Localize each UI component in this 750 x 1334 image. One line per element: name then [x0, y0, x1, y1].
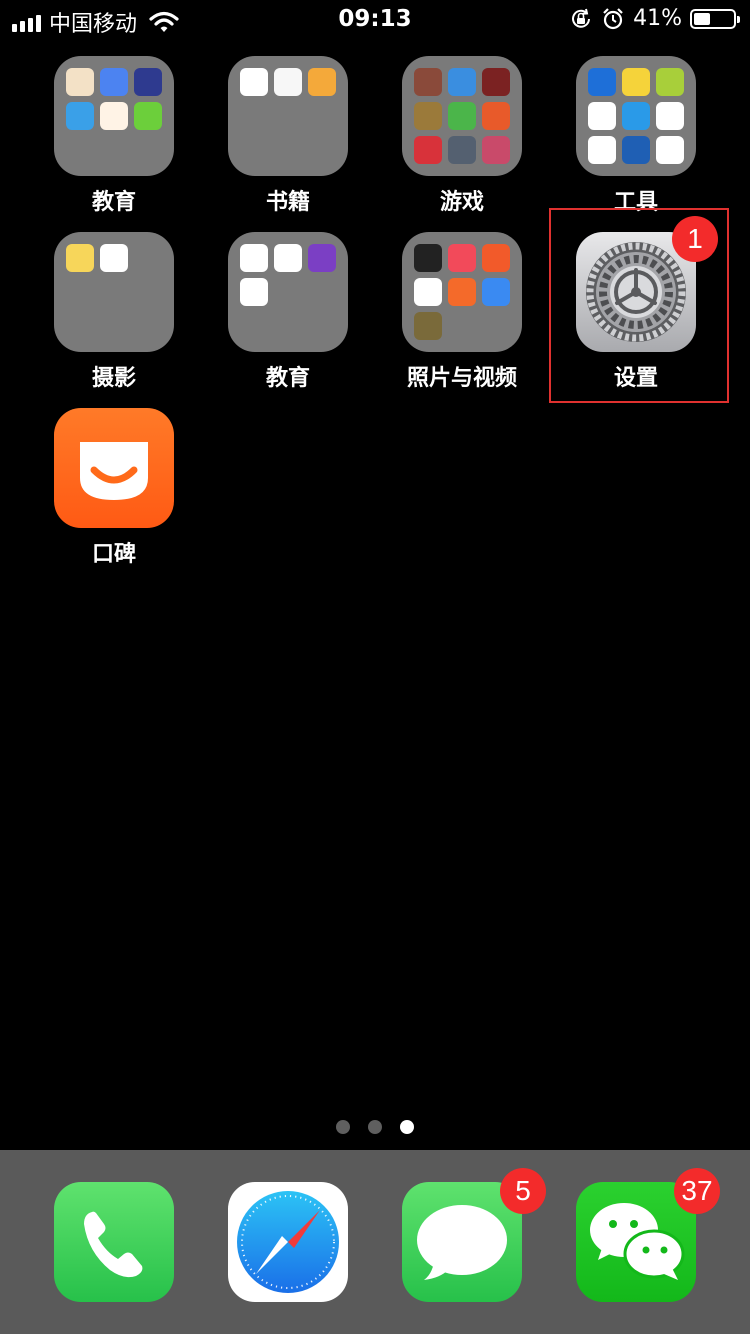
- koubei-icon: [54, 408, 174, 528]
- folder-education-2-icon: [228, 232, 348, 352]
- page-dot[interactable]: [368, 1120, 382, 1134]
- phone-icon: [54, 1182, 174, 1302]
- folder-education-icon: [54, 56, 174, 176]
- settings-app[interactable]: 1 设置: [576, 216, 718, 391]
- wechat-badge: 37: [674, 1168, 720, 1214]
- folder-tools[interactable]: 工具: [576, 56, 696, 215]
- folder-tools-icon: [576, 56, 696, 176]
- messages-app[interactable]: 5: [402, 1168, 546, 1302]
- status-bar: 中国移动 09:13 41%: [0, 0, 750, 40]
- folder-books-icon: [228, 56, 348, 176]
- folder-education[interactable]: 教育: [54, 56, 174, 215]
- app-label: 教育: [91, 190, 136, 215]
- app-label: 设置: [613, 366, 658, 391]
- app-label: 书籍: [265, 190, 310, 215]
- page-dot[interactable]: [336, 1120, 350, 1134]
- folder-books[interactable]: 书籍: [228, 56, 348, 215]
- dock: 5 37: [0, 1150, 750, 1334]
- battery-icon: [690, 8, 740, 29]
- folder-photography-icon: [54, 232, 174, 352]
- battery-percent: 41%: [633, 6, 682, 31]
- page-indicator[interactable]: [0, 1120, 750, 1134]
- folder-games-icon: [402, 56, 522, 176]
- settings-badge: 1: [672, 216, 718, 262]
- app-label: 照片与视频: [406, 366, 517, 391]
- page-dot-active[interactable]: [400, 1120, 414, 1134]
- wechat-app[interactable]: 37: [576, 1168, 720, 1302]
- folder-education-2[interactable]: 教育: [228, 232, 348, 391]
- safari-app[interactable]: [228, 1182, 348, 1302]
- messages-icon: 5: [402, 1168, 546, 1302]
- folder-games[interactable]: 游戏: [402, 56, 522, 215]
- rotation-lock-icon: [572, 8, 591, 28]
- folder-photos-videos[interactable]: 照片与视频: [402, 232, 522, 391]
- folder-photography[interactable]: 摄影: [54, 232, 174, 391]
- app-label: 摄影: [91, 366, 136, 391]
- phone-app[interactable]: [54, 1182, 174, 1302]
- folder-photos-videos-icon: [402, 232, 522, 352]
- safari-icon: [228, 1182, 348, 1302]
- app-label: 教育: [265, 366, 310, 391]
- app-label: 游戏: [439, 190, 484, 215]
- app-label: 口碑: [91, 542, 136, 567]
- settings-icon: 1: [576, 216, 718, 352]
- messages-badge: 5: [500, 1168, 546, 1214]
- wechat-icon: 37: [576, 1168, 720, 1302]
- alarm-icon: [603, 7, 623, 29]
- koubei-app[interactable]: 口碑: [54, 408, 174, 567]
